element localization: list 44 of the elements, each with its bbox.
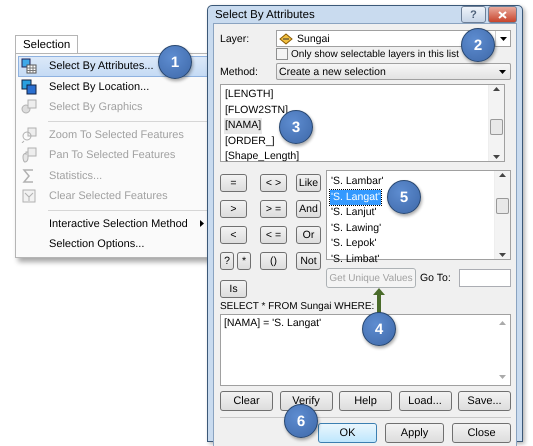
operator-button[interactable]: () bbox=[260, 252, 287, 270]
operator-button[interactable]: Not bbox=[296, 252, 321, 270]
value-item[interactable]: 'S. Limbat' bbox=[330, 252, 380, 267]
field-item[interactable]: [NAMA] bbox=[224, 118, 262, 134]
operator-button[interactable]: * bbox=[237, 252, 251, 270]
dialog-button[interactable]: Close bbox=[452, 423, 511, 443]
help-button[interactable]: ? bbox=[461, 6, 486, 23]
value-item[interactable]: 'S. Lawing' bbox=[330, 220, 382, 236]
operator-button[interactable]: < = bbox=[260, 226, 287, 244]
dialog-button[interactable]: OK bbox=[318, 423, 377, 443]
sql-label: SELECT * FROM Sungai WHERE: bbox=[220, 301, 374, 312]
field-item[interactable]: [LENGTH] bbox=[224, 87, 274, 102]
action-button[interactable]: Save... bbox=[458, 391, 511, 411]
step-badge: 1 bbox=[158, 45, 192, 79]
window-title: Select By Attributes bbox=[214, 8, 315, 20]
action-button[interactable]: Load... bbox=[398, 391, 452, 411]
action-button[interactable]: Help bbox=[339, 391, 392, 411]
menu-tab[interactable]: Selection bbox=[15, 35, 78, 53]
operator-button[interactable]: Like bbox=[296, 174, 321, 192]
menu-item[interactable]: Interactive Selection Method bbox=[18, 214, 209, 234]
operator-button[interactable]: > = bbox=[260, 200, 287, 218]
action-button[interactable]: Verify bbox=[280, 391, 332, 411]
dialog-button[interactable]: Apply bbox=[385, 423, 444, 443]
action-button[interactable]: Clear bbox=[220, 391, 273, 411]
operator-button[interactable]: > bbox=[220, 200, 247, 218]
goto-label: Go To: bbox=[420, 272, 451, 284]
layer-label: Layer: bbox=[220, 32, 250, 44]
operator-button[interactable]: ? bbox=[220, 252, 234, 270]
field-item[interactable]: [Shape_Length] bbox=[224, 149, 300, 164]
operator-button[interactable]: And bbox=[296, 200, 321, 218]
operator-button[interactable]: = bbox=[220, 174, 247, 192]
value-item[interactable]: 'S. Lambar' bbox=[330, 174, 384, 190]
operator-button[interactable]: Is bbox=[220, 280, 247, 298]
method-dropdown[interactable]: Create a new selection bbox=[276, 63, 511, 80]
operator-button[interactable]: < bbox=[220, 226, 247, 244]
operator-button[interactable]: < > bbox=[260, 174, 287, 192]
menu-item[interactable]: Select By Location... bbox=[18, 76, 209, 97]
menu-item[interactable]: Selection Options... bbox=[18, 234, 209, 254]
field-item[interactable]: [ORDER_] bbox=[224, 134, 276, 149]
method-label: Method: bbox=[220, 66, 259, 78]
value-item[interactable]: 'S. Lanjut' bbox=[330, 205, 378, 220]
checkbox-label: Only show selectable layers in this list bbox=[291, 48, 459, 60]
operator-button[interactable]: Or bbox=[296, 226, 321, 244]
value-item[interactable]: 'S. Lepok' bbox=[330, 236, 378, 252]
